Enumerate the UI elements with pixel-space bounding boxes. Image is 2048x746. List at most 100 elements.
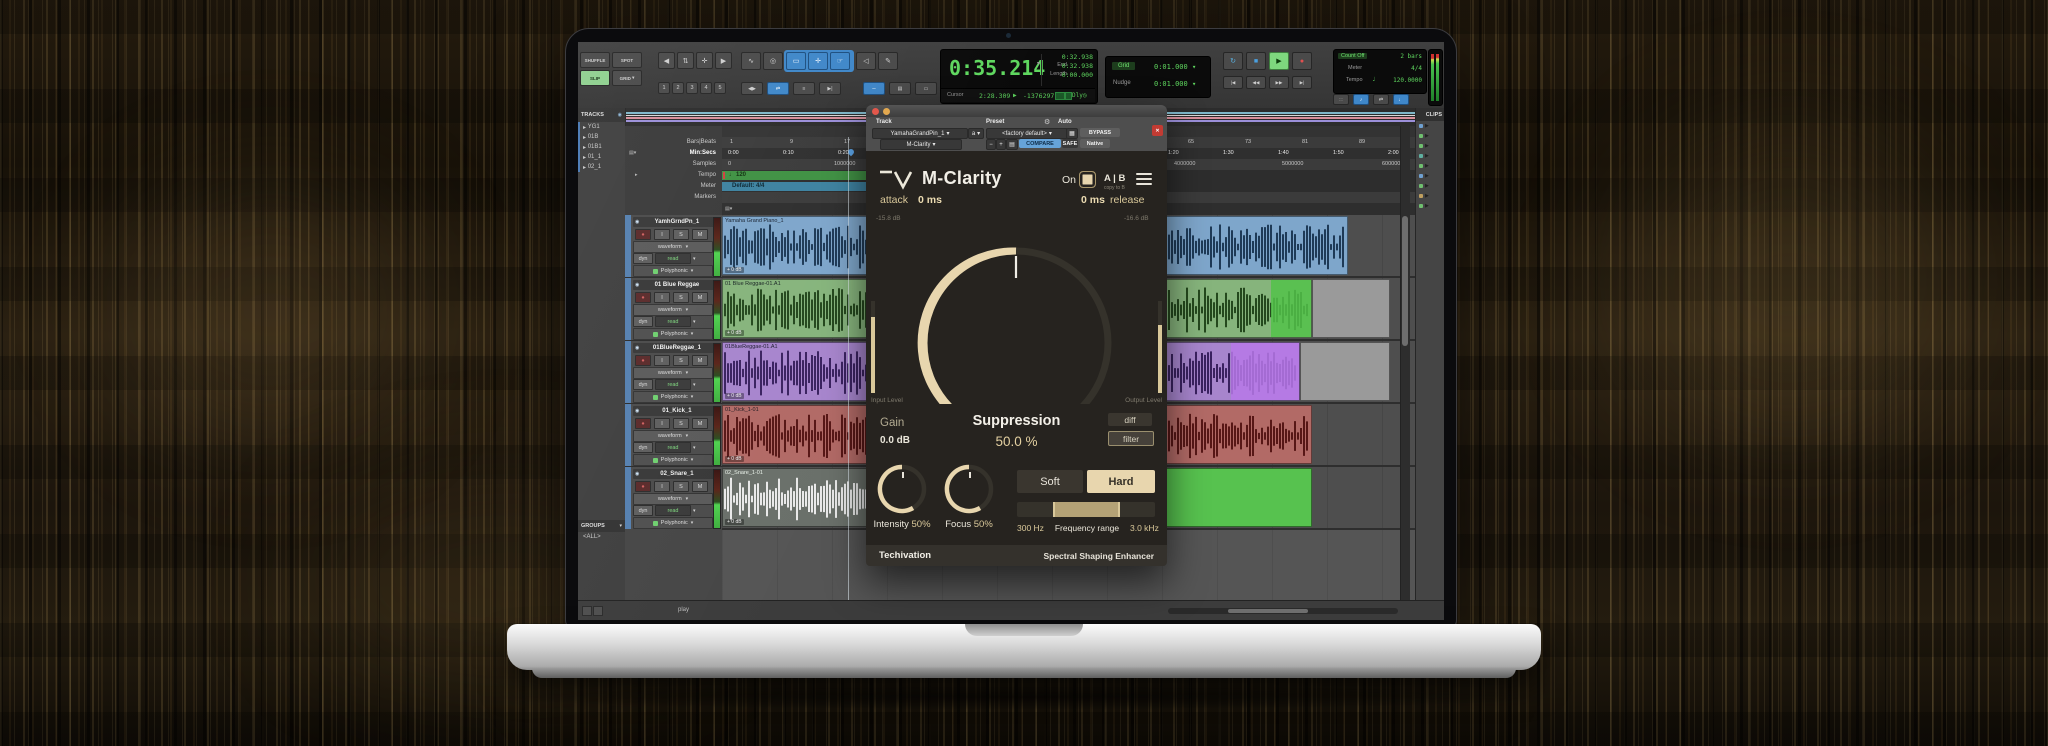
clip-list-item[interactable]: ▶ [1416,121,1444,131]
midi-merge-button[interactable]: ∷ [1333,94,1349,105]
edit-mode-slip[interactable]: SLIP [580,70,610,86]
track-automation-mode[interactable]: read [655,505,691,516]
track-voice-row[interactable]: Polyphonic ▾ [633,454,713,466]
tab-back-button[interactable]: ◀▶ [741,82,763,95]
zoom-preset-3[interactable]: 3 [686,82,698,94]
slider-fill[interactable] [1053,502,1120,517]
metronome-button[interactable]: ♪ [1353,94,1369,105]
clip-list-item[interactable]: ▶ [1416,161,1444,171]
track-freeze-icon[interactable]: ◉ [635,345,639,351]
menu-icon[interactable] [1136,183,1152,185]
intensity-value[interactable]: 50% [912,519,931,530]
track-automation-mode[interactable]: read [655,253,691,264]
sidebar-item-yg1[interactable]: ▸ YG1 [578,122,625,132]
tab-to-transient-button[interactable]: ⇄ [767,82,789,95]
go-to-start-button[interactable]: |◀ [1223,76,1243,89]
track-view-selector[interactable]: waveform ▾ [633,367,713,379]
suppression-knob[interactable] [911,192,1121,404]
meter-label[interactable]: Meter [1348,65,1362,71]
ruler-label-bars[interactable]: Bars|Beats [687,139,716,145]
track-list-icon[interactable]: ▤▾ [725,206,732,212]
track-view-selector[interactable]: waveform ▾ [633,241,713,253]
track-color-strip[interactable] [625,278,631,340]
menu-icon[interactable] [1136,173,1152,175]
track-record-button[interactable]: ● [635,292,651,303]
edit-mode-grid[interactable]: GRID ▾ [612,70,642,86]
freq-high-value[interactable]: 3.0 kHz [1130,523,1159,533]
ruler-minsecs-icon[interactable]: ▤▾ [629,150,636,156]
stop-button[interactable]: ■ [1246,52,1266,70]
track-solo-button[interactable]: S [673,229,689,240]
track-freeze-icon[interactable]: ◉ [635,408,639,414]
track-voice-row[interactable]: Polyphonic ▾ [633,517,713,529]
track-record-button[interactable]: ● [635,418,651,429]
track-record-button[interactable]: ● [635,481,651,492]
clip-list-item[interactable]: ▶ [1416,131,1444,141]
frequency-range-slider[interactable] [1017,502,1155,517]
track-freeze-icon[interactable]: ◉ [635,219,639,225]
soft-mode-button[interactable]: Soft [1017,470,1083,493]
track-mute-button[interactable]: M [692,229,708,240]
close-window-icon[interactable] [872,108,879,115]
horizontal-scrollbar[interactable] [1168,608,1398,614]
clips-panel-header[interactable]: CLIPS [1416,108,1444,121]
gear-icon[interactable]: ⚙ [1044,118,1050,126]
scrub-tool-button[interactable]: ∿ [741,52,761,70]
clip-list-item[interactable]: ▶ [1416,171,1444,181]
online-button[interactable]: ↻ [1223,52,1243,70]
clip-list-item[interactable]: ▶ [1416,151,1444,161]
track-solo-button[interactable]: S [673,481,689,492]
zoom-out-button[interactable]: ◀ [658,52,675,69]
grid-label[interactable]: Grid [1112,62,1135,70]
track-name-row[interactable]: ◉ 02_Snare_1 ▾ [633,469,719,479]
copy-to-b-button[interactable]: copy to B [1104,185,1125,191]
auto-enable-button[interactable]: ▦ [1066,128,1078,139]
sidebar-item-02-1[interactable]: ▸ 02_1 [578,162,625,172]
track-automation-mode[interactable]: read [655,379,691,390]
track-name-row[interactable]: ◉ 01 Blue Reggae ▾ [633,280,719,290]
track-record-button[interactable]: ● [635,355,651,366]
clip-list-item[interactable]: ▶ [1416,141,1444,151]
save-preset-button[interactable]: ▤ [1006,139,1018,150]
zoom-preset-2[interactable]: 2 [672,82,684,94]
track-input-button[interactable]: I [654,418,670,429]
preset-selector[interactable]: <factory default>▾ [986,128,1068,139]
sidebar-item-01-1[interactable]: ▸ 01_1 [578,152,625,162]
bypass-button[interactable]: BYPASS [1080,128,1120,137]
grid-value[interactable]: 0:01.000 ▾ [1154,63,1196,71]
menu-icon[interactable] [1136,178,1152,180]
slider-handle-right[interactable] [1118,502,1120,517]
insertion-follows-button[interactable]: ▭ [915,82,937,95]
clip-selection-segment[interactable] [1231,343,1300,401]
plugin-selector[interactable]: M-Clarity▾ [880,139,962,150]
track-freeze-icon[interactable]: ◉ [635,471,639,477]
track-dyn-button[interactable]: dyn [633,316,653,327]
selector-tool-button[interactable]: ✛ [808,52,828,70]
clip-list-item[interactable]: ▶ [1416,181,1444,191]
track-freeze-icon[interactable]: ◉ [635,282,639,288]
tempo-ruler-button[interactable]: ⇄ [1373,94,1389,105]
track-voice-row[interactable]: Polyphonic ▾ [633,391,713,403]
track-input-button[interactable]: I [654,481,670,492]
track-name-row[interactable]: ◉ YamhGrndPn_1 ▾ [633,217,719,227]
zoom-preset-1[interactable]: 1 [658,82,670,94]
groups-panel-header[interactable]: GROUPS ▾ [578,520,625,532]
play-button[interactable]: ▶ [1269,52,1289,70]
focus-value[interactable]: 50% [974,519,993,530]
zoom-horizontal-button[interactable]: ✛ [696,52,713,69]
tempo-label[interactable]: Tempo [1346,77,1363,83]
intensity-knob[interactable] [876,463,928,515]
power-toggle[interactable] [1079,171,1096,188]
tracks-panel-header[interactable]: TRACKS ◉ [578,108,625,122]
minimize-window-icon[interactable] [883,108,890,115]
compare-button[interactable]: COMPARE [1019,139,1061,148]
insert-slot-selector[interactable]: a▾ [968,128,984,139]
track-voice-row[interactable]: Polyphonic ▾ [633,265,713,277]
clip-list-item[interactable]: ▶ [1416,191,1444,201]
safe-button[interactable]: SAFE [1062,139,1078,148]
track-input-button[interactable]: I [654,355,670,366]
track-mute-button[interactable]: M [692,355,708,366]
brand-name[interactable]: Techivation [879,550,931,561]
main-counter[interactable]: 0:35.214 [949,56,1045,80]
track-dyn-button[interactable]: dyn [633,253,653,264]
